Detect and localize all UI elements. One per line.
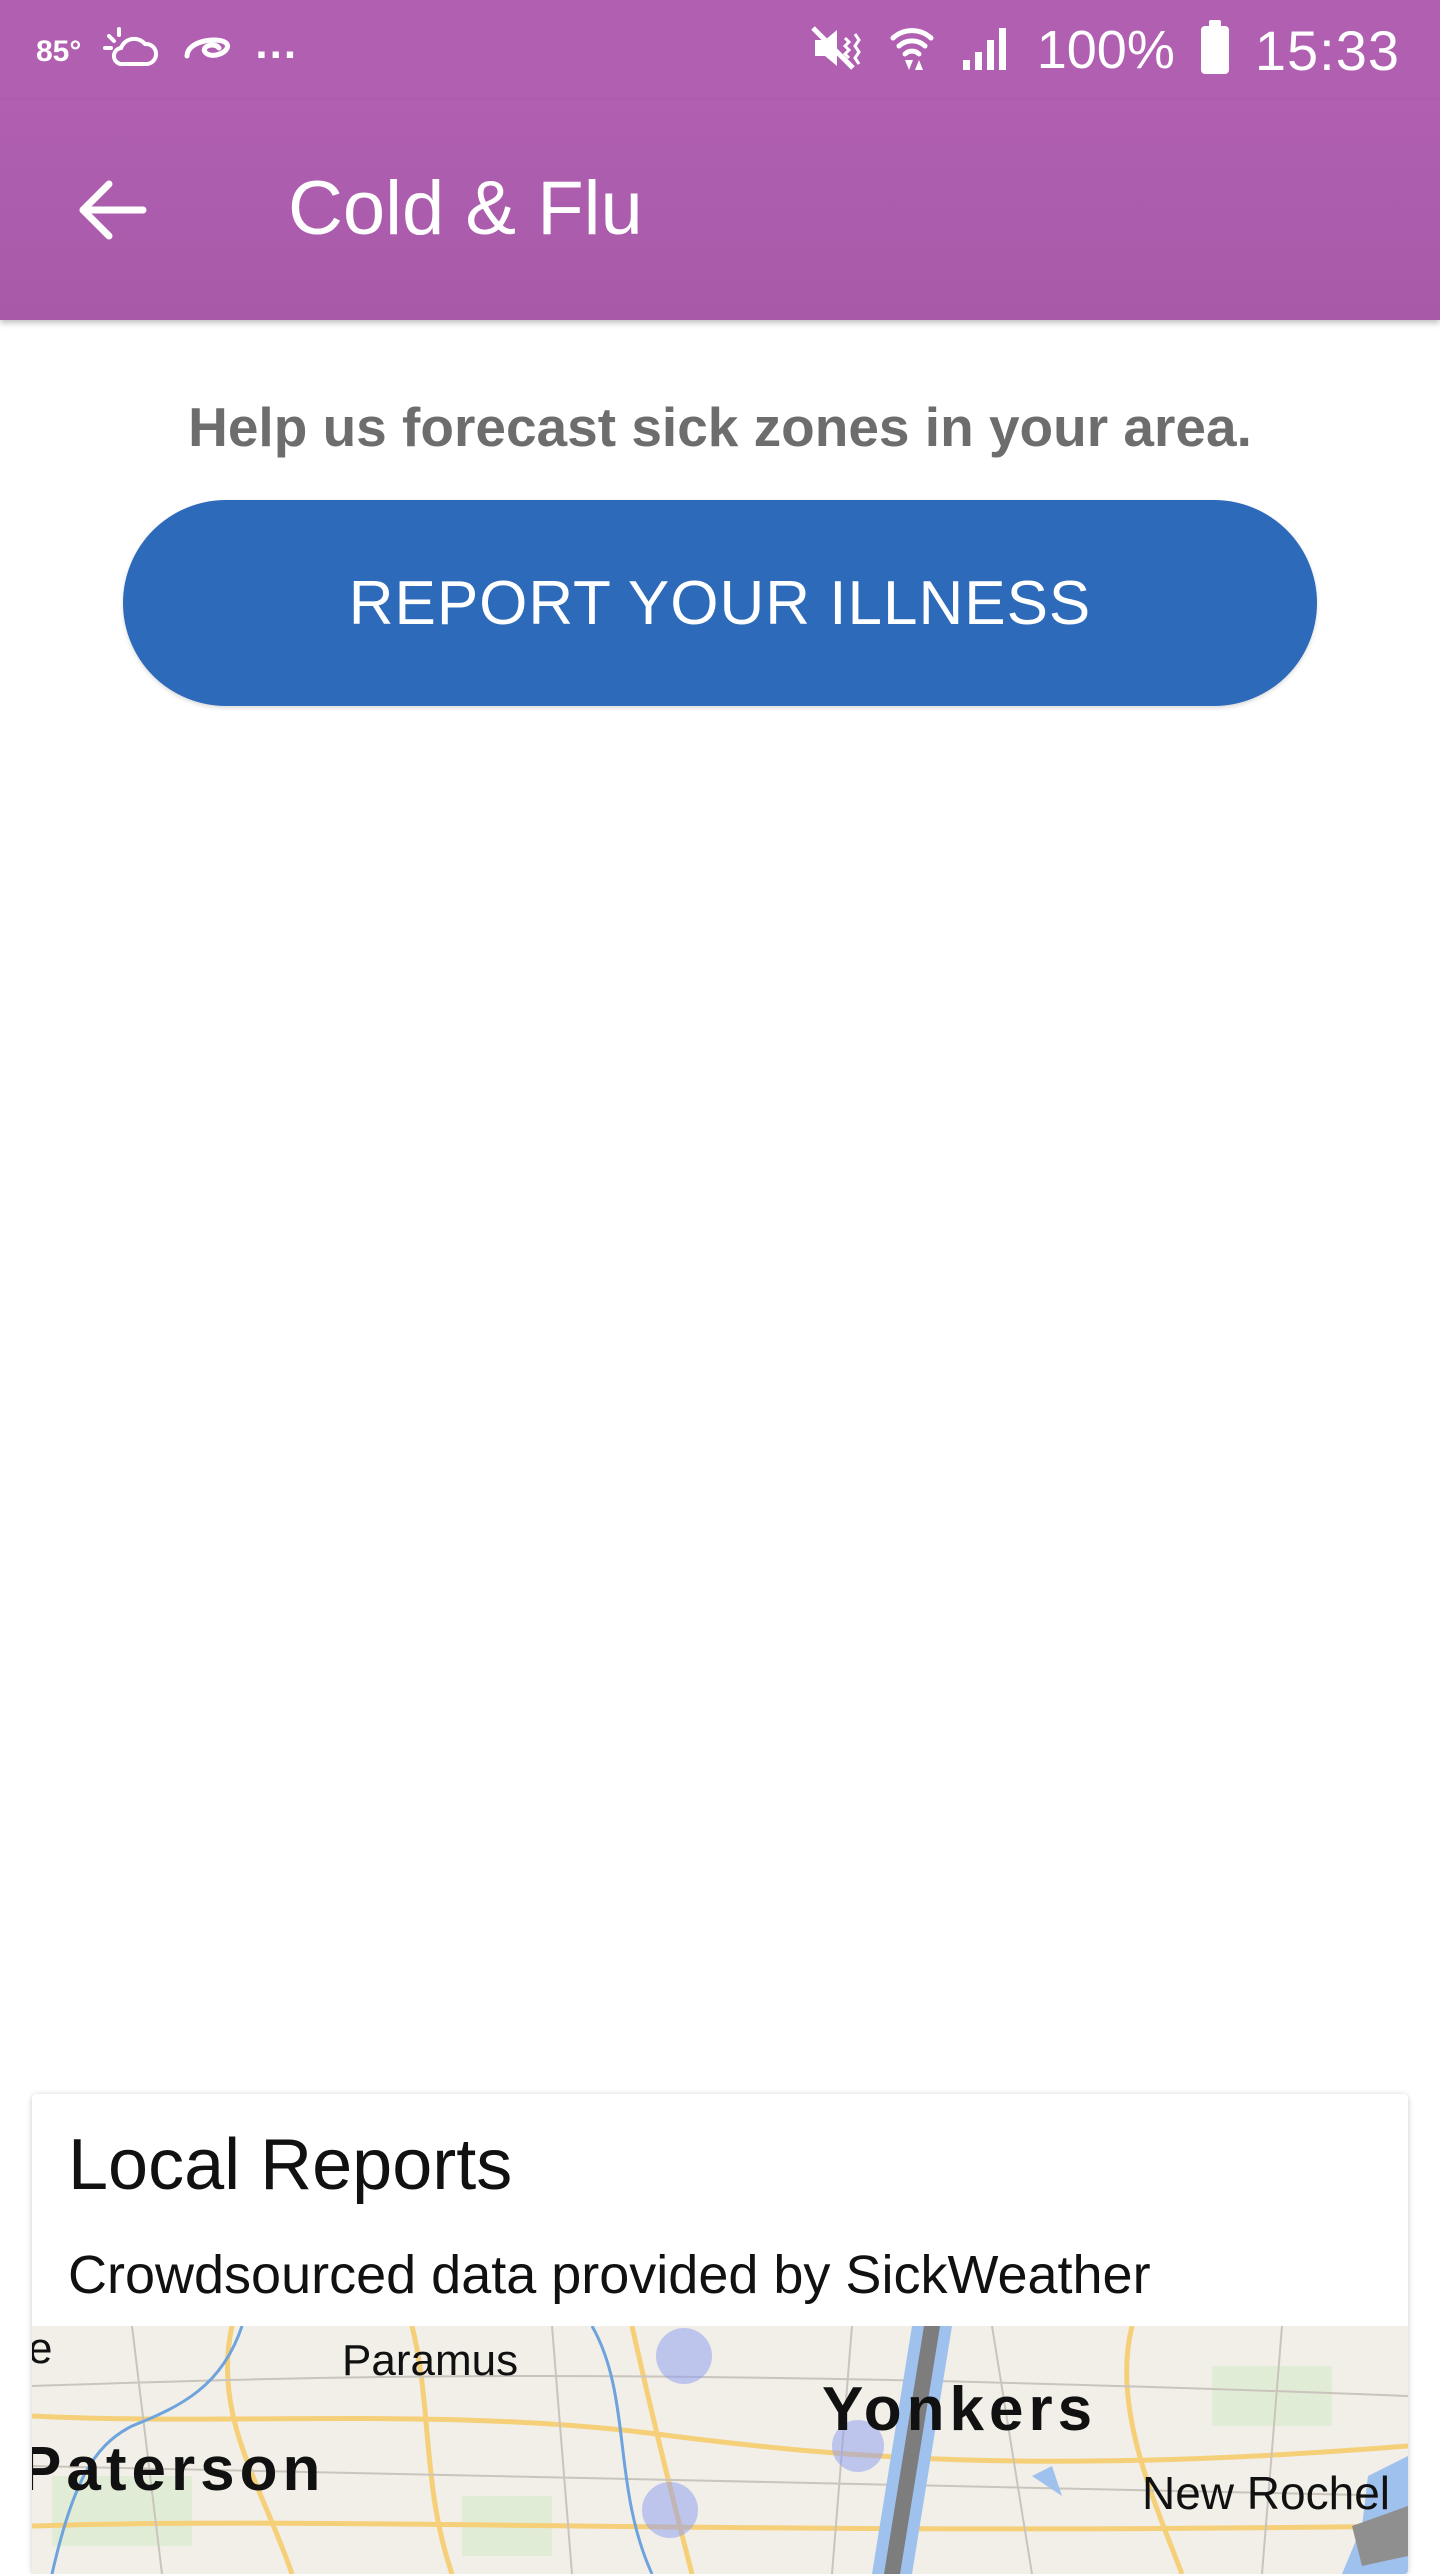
report-illness-button[interactable]: REPORT YOUR ILLNESS (123, 500, 1317, 706)
status-bar-right: 100% 15:33 (810, 18, 1400, 82)
local-reports-title: Local Reports (68, 2125, 513, 2205)
map-label-paramus: Paramus (342, 2336, 519, 2385)
status-bar-left: 85° ... (36, 19, 299, 82)
weather-icon (103, 26, 159, 79)
status-bar: 85° ... 100% 15:33 (0, 0, 1440, 100)
temperature-text: 85° (36, 35, 82, 68)
app-bar: Cold & Flu (0, 100, 1440, 320)
map-label-edge: e (32, 2326, 53, 2373)
map-label-paterson: Paterson (32, 2435, 326, 2504)
back-button[interactable] (70, 170, 154, 254)
arrow-back-icon (77, 178, 147, 247)
signal-icon (961, 24, 1011, 77)
battery-icon (1200, 20, 1229, 74)
local-reports-card: Local Reports Crowdsourced data provided… (32, 2094, 1408, 2574)
wifi-icon (889, 24, 935, 77)
clock: 15:33 (1254, 18, 1400, 82)
overflow-notifications: ... (255, 19, 299, 68)
mute-icon (810, 24, 863, 77)
swirl-notification-icon (181, 30, 233, 75)
sick-zones-map[interactable]: e Paramus Yonkers Paterson New Rochel (32, 2326, 1408, 2574)
map-label-yonkers: Yonkers (822, 2375, 1098, 2444)
battery-percent: 100% (1036, 20, 1175, 80)
local-reports-subtitle: Crowdsourced data provided by SickWeathe… (68, 2245, 1151, 2305)
help-text: Help us forecast sick zones in your area… (188, 396, 1252, 458)
page-title: Cold & Flu (288, 166, 643, 251)
map-label-new-rochelle: New Rochel (1142, 2467, 1390, 2519)
